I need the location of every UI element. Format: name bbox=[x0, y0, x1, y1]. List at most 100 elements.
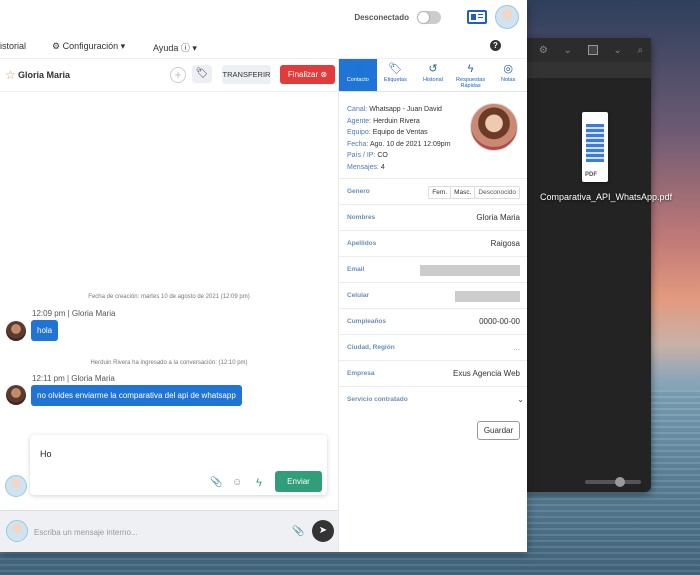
internal-message-input[interactable]: Escriba un mensaje interno... bbox=[34, 528, 138, 537]
notes-icon: ◎ bbox=[503, 63, 513, 75]
field-value[interactable]: 0000-00-00 bbox=[479, 317, 520, 326]
field-label: Email bbox=[347, 266, 365, 273]
user-icon: 👤 bbox=[350, 63, 365, 75]
window-square-icon[interactable] bbox=[587, 45, 598, 55]
message-meta: 12:11 pm | Gloria Maria bbox=[32, 374, 115, 383]
background-window-toolbar: ⚙ ⌄ ⌄ ⌕ bbox=[525, 38, 651, 62]
chevron-down-icon: ▾ bbox=[120, 41, 126, 51]
menu-ayuda[interactable]: Ayuda ⓘ ▾ bbox=[153, 41, 197, 54]
redacted-value[interactable] bbox=[455, 291, 520, 302]
tab-notas[interactable]: ◎ Notas bbox=[489, 59, 527, 91]
settings-icon[interactable]: ⚙ bbox=[539, 45, 548, 56]
agent-avatar bbox=[5, 475, 27, 497]
tab-historial[interactable]: ↺ Historial bbox=[414, 59, 452, 91]
quick-reply-icon[interactable]: ϟ bbox=[256, 477, 262, 489]
chevron-down-icon[interactable]: ⌄ bbox=[613, 45, 621, 56]
tab-label: Historial bbox=[423, 77, 443, 83]
save-button[interactable]: Guardar bbox=[477, 421, 520, 440]
gender-masc[interactable]: Masc. bbox=[451, 187, 476, 198]
attach-icon[interactable]: 📎 bbox=[210, 477, 222, 488]
help-icon[interactable]: ? bbox=[490, 40, 501, 51]
user-avatar[interactable] bbox=[495, 5, 519, 29]
send-internal-button[interactable]: ➤ bbox=[312, 520, 334, 542]
field-value[interactable]: Exus Agencia Web bbox=[453, 369, 520, 378]
info-tabs: 👤 Contacto 🏷 Etiquetas ↺ Historial ϟ Respues… bbox=[339, 59, 527, 92]
contact-photo bbox=[470, 103, 518, 151]
menu-configuracion[interactable]: ⚙ Configuración ▾ bbox=[52, 41, 125, 52]
background-window[interactable]: ⚙ ⌄ ⌄ ⌕ bbox=[525, 38, 651, 492]
tab-respuestas-rapidas[interactable]: ϟ Respuestas Rápidas bbox=[452, 59, 490, 91]
field-label: Servicio contratado bbox=[347, 396, 408, 403]
detail-value: Herduin Rivera bbox=[373, 117, 420, 125]
bolt-icon: ϟ bbox=[467, 63, 474, 75]
field-label: Empresa bbox=[347, 370, 375, 377]
message-bubble: no olvides enviarme la comparativa del a… bbox=[31, 385, 242, 406]
field-nombres[interactable]: Nombres Gloria Maria bbox=[339, 204, 527, 230]
detail-value: Equipo de Ventas bbox=[372, 129, 428, 136]
internal-message-bar: Escriba un mensaje interno... 📎 ➤ bbox=[0, 510, 338, 552]
composer-input[interactable]: Ho bbox=[40, 449, 52, 459]
gender-fem[interactable]: Fem. bbox=[429, 187, 452, 198]
chevron-down-icon[interactable]: ⌄ bbox=[564, 45, 572, 56]
menu-configuracion-label: ⚙ Configuración bbox=[52, 41, 119, 51]
conversation-details: Canal: Whatsapp - Juan David Agente: Her… bbox=[347, 104, 451, 173]
chat-header: ☆ Gloria Maria + 🏷 TRANSFERIR Finalizar … bbox=[0, 59, 338, 92]
detail-row: Mensajes: 4 bbox=[347, 162, 451, 174]
field-label: Nombres bbox=[347, 214, 376, 221]
field-apellidos[interactable]: Apellidos Raigosa bbox=[339, 230, 527, 256]
tab-label: Respuestas Rápidas bbox=[456, 77, 486, 89]
field-servicio[interactable]: Servicio contratado ⌄ bbox=[339, 386, 527, 412]
zoom-slider[interactable] bbox=[585, 477, 641, 487]
top-bar: Desconectado bbox=[0, 0, 527, 34]
paper-plane-icon: ➤ bbox=[318, 525, 328, 536]
message-composer[interactable]: Ho 📎 ☺ ϟ Enviar bbox=[30, 435, 327, 495]
detail-value: Whatsapp - Juan David bbox=[369, 106, 442, 113]
field-empresa[interactable]: Empresa Exus Agencia Web bbox=[339, 360, 527, 386]
field-email[interactable]: Email bbox=[339, 256, 527, 282]
news-icon[interactable] bbox=[467, 10, 487, 24]
gender-unknown[interactable]: Desconocido bbox=[475, 187, 519, 198]
detail-key: Agente: bbox=[347, 117, 372, 125]
tag-icon: 🏷 bbox=[195, 68, 209, 79]
chevron-down-icon[interactable]: ⌄ bbox=[517, 395, 524, 404]
system-message: Fecha de creación: martes 10 de agosto d… bbox=[88, 294, 250, 300]
finalize-button[interactable]: Finalizar ⊗ bbox=[280, 65, 335, 84]
field-ciudad[interactable]: Ciudad, Región ... bbox=[339, 334, 527, 360]
detail-key: Mensajes: bbox=[347, 163, 379, 171]
chevron-down-icon: ▾ bbox=[192, 43, 197, 53]
tags-button[interactable]: 🏷 bbox=[192, 65, 212, 83]
menu-historial[interactable]: istorial bbox=[0, 41, 26, 51]
detail-key: Equipo: bbox=[347, 129, 371, 136]
detail-key: Canal: bbox=[347, 106, 368, 113]
connection-toggle[interactable] bbox=[417, 10, 441, 24]
pdf-file-icon: PDF bbox=[582, 112, 608, 182]
field-celular[interactable]: Celular bbox=[339, 282, 527, 308]
gender-selector[interactable]: Fem. Masc. Desconocido bbox=[428, 186, 520, 199]
field-value[interactable]: Gloria Maria bbox=[476, 213, 520, 222]
search-icon[interactable]: ⌕ bbox=[637, 45, 643, 56]
send-button[interactable]: Enviar bbox=[275, 471, 322, 492]
detail-value: 4 bbox=[380, 163, 385, 171]
detail-row: Equipo: Equipo de Ventas bbox=[347, 127, 451, 139]
transfer-button[interactable]: TRANSFERIR bbox=[222, 65, 271, 84]
tab-etiquetas[interactable]: 🏷 Etiquetas bbox=[377, 59, 415, 91]
desktop-pdf-file[interactable]: PDF Comparativa_API_WhatsApp.pdf bbox=[540, 112, 673, 203]
emoji-icon[interactable]: ☺ bbox=[232, 477, 242, 488]
desktop-file-name: Comparativa_API_WhatsApp.pdf bbox=[540, 192, 673, 202]
field-cumpleanos[interactable]: Cumpleaños 0000-00-00 bbox=[339, 308, 527, 334]
field-value[interactable]: ... bbox=[513, 343, 520, 352]
connection-status: Desconectado bbox=[354, 12, 409, 22]
agent-avatar bbox=[6, 520, 28, 542]
star-icon[interactable]: ☆ bbox=[5, 68, 16, 82]
contact-avatar bbox=[6, 321, 26, 341]
detail-row: Fecha: Ago. 10 de 2021 12:09pm bbox=[347, 139, 451, 151]
redacted-value[interactable] bbox=[420, 265, 520, 276]
attach-icon[interactable]: 📎 bbox=[292, 526, 304, 537]
menu-ayuda-label: Ayuda ⓘ bbox=[153, 43, 190, 53]
add-icon[interactable]: + bbox=[170, 67, 186, 83]
field-value[interactable]: Raigosa bbox=[491, 239, 520, 248]
detail-key: Fecha: bbox=[347, 140, 369, 148]
field-label: Apellidos bbox=[347, 240, 377, 247]
tab-label: Contacto bbox=[346, 77, 369, 83]
tab-contacto[interactable]: 👤 Contacto bbox=[339, 59, 377, 91]
